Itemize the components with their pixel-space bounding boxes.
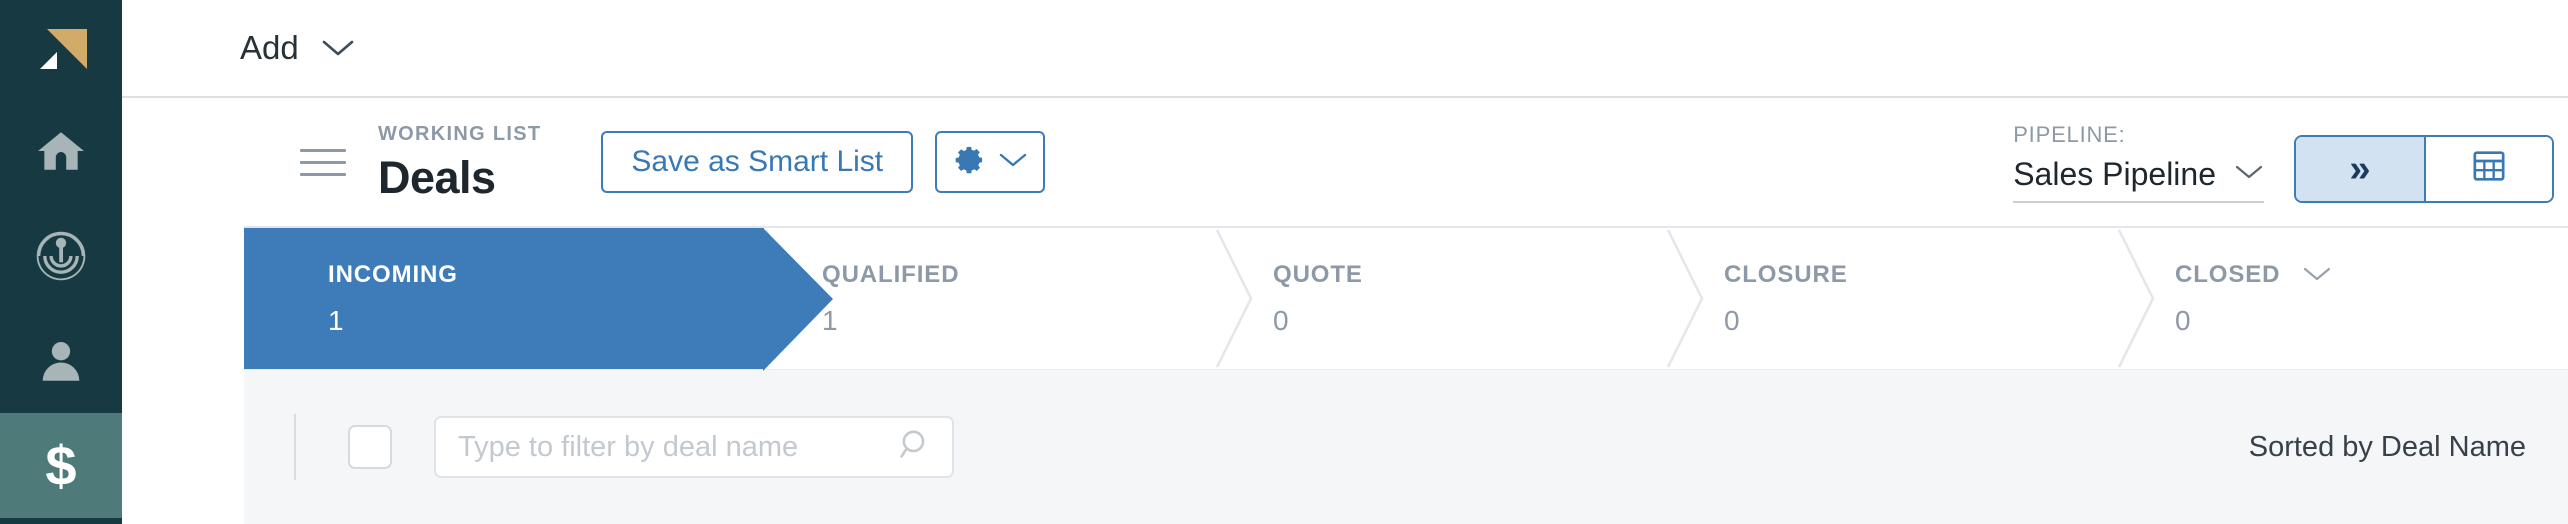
pipeline-view-toggle[interactable]: » [2296,136,2424,201]
divider [294,414,296,480]
hamburger-icon[interactable] [300,148,346,176]
main-area: Add WORKING LIST Deals Save as Smart Lis… [122,0,2568,524]
pipeline-value: Sales Pipeline [2013,155,2216,192]
top-toolbar: Add [122,0,2568,98]
chevron-down-icon [998,151,1028,174]
add-button[interactable]: Add [240,29,355,67]
stage-count: 0 [1273,304,1289,336]
select-all-checkbox[interactable] [348,425,392,469]
search-icon[interactable] [898,427,934,468]
dollar-icon: $ [45,433,77,497]
sidebar: $ [0,0,122,524]
sidebar-item-marketing[interactable] [0,203,122,308]
view-toggle-group: » [2294,134,2554,203]
app-root: $ Add WORKING LIST Deals Save as Smart L… [0,0,2568,524]
table-grid-icon [2469,146,2509,191]
sidebar-item-home[interactable] [0,98,122,203]
chevron-down-icon[interactable] [2302,261,2332,289]
pipeline-selector[interactable]: PIPELINE: Sales Pipeline [2013,122,2264,203]
list-header-bar: WORKING LIST Deals Save as Smart List PI… [122,98,2568,226]
stage-name-row: CLOSED [2175,261,2568,289]
stage-name: INCOMING [328,260,458,288]
stage-divider-icon [1215,228,1255,369]
stage-divider-icon [2117,228,2157,369]
double-chevron-right-icon: » [2349,147,2371,190]
stage-name: QUALIFIED [822,260,960,288]
settings-dropdown-button[interactable] [935,131,1046,193]
search-input-wrapper[interactable]: Type to filter by deal name [434,416,954,478]
broadcast-icon [34,229,88,283]
stage-quote[interactable]: QUOTE 0 [1215,228,1666,369]
home-icon [34,126,88,176]
stage-count: 1 [328,304,344,336]
chevron-down-icon [2234,164,2264,185]
stage-incoming[interactable]: INCOMING 1 [244,228,833,371]
sidebar-item-deals[interactable]: $ [0,413,122,518]
brand-logo[interactable] [0,0,122,98]
stage-count: 0 [1724,304,1740,336]
add-button-label: Add [240,29,299,66]
brand-triangle-logo [35,25,87,73]
working-list-label: WORKING LIST [378,123,542,145]
person-icon [36,336,86,386]
chevron-down-icon [321,38,355,58]
page-title: Deals [378,152,496,203]
stage-count: 0 [2175,304,2191,336]
sorted-by-label: Sorted by Deal Name [2248,430,2526,463]
sidebar-item-contacts[interactable] [0,308,122,413]
pipeline-label: PIPELINE: [2013,121,2126,147]
stage-closed[interactable]: CLOSED 0 [2117,228,2568,369]
filter-bar: Type to filter by deal name Sorted by De… [244,369,2568,524]
gear-icon [952,143,986,182]
pipeline-stage-bar: INCOMING 1 QUALIFIED 1 QUOTE 0 [244,226,2568,371]
stage-name: QUOTE [1273,260,1363,288]
stage-closure[interactable]: CLOSURE 0 [1666,228,2117,369]
header-right-tools: PIPELINE: Sales Pipeline » [2013,122,2554,203]
table-view-toggle[interactable] [2424,136,2552,201]
save-as-smart-list-button[interactable]: Save as Smart List [601,131,914,193]
stage-name: CLOSED [2175,260,2281,288]
stage-count: 1 [822,305,1215,337]
search-input[interactable]: Type to filter by deal name [458,431,898,464]
page-title-block: WORKING LIST Deals [378,124,541,200]
stage-name: CLOSURE [1724,260,1848,288]
stage-divider-icon [1666,228,1706,369]
